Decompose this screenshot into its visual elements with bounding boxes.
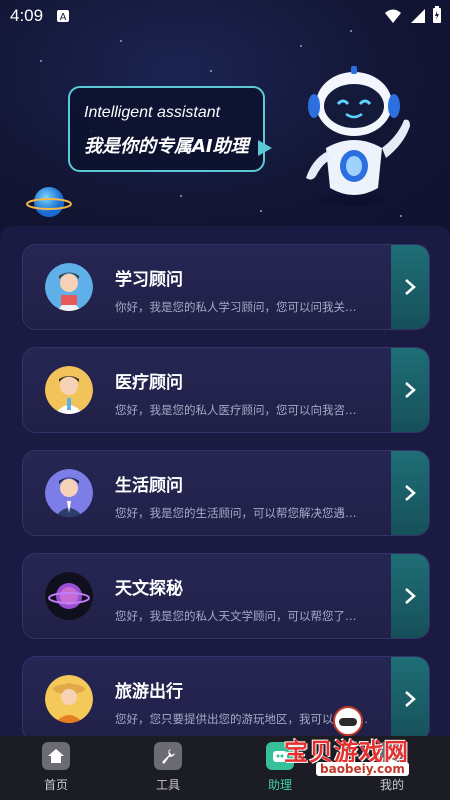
open-chevron-button[interactable] xyxy=(391,451,429,535)
card-description: 您好，我是您的私人医疗顾问，您可以向我咨… xyxy=(115,403,357,417)
bubble-english-text: Intelligent assistant xyxy=(84,104,221,121)
speech-bubble: Intelligent assistant 我是你的专属AI助理 xyxy=(68,86,265,172)
tab-home[interactable]: 首页 xyxy=(26,742,86,800)
card-title: 医疗顾问 xyxy=(115,373,183,393)
card-title: 学习顾问 xyxy=(115,270,183,290)
signal-icon xyxy=(410,8,426,28)
card-description: 您好，我是您的生活顾问，可以帮您解决您遇… xyxy=(115,506,357,520)
card-study-advisor[interactable]: 学习顾问 你好，我是您的私人学习顾问，您可以问我关… xyxy=(22,244,430,330)
chevron-right-icon xyxy=(405,279,416,295)
card-title: 天文探秘 xyxy=(115,579,183,599)
notification-a-icon: A xyxy=(56,8,70,27)
student-avatar-icon xyxy=(45,263,93,311)
card-description: 你好，我是您的私人学习顾问，您可以问我关… xyxy=(115,300,357,314)
status-bar: 4:09 A xyxy=(0,0,450,34)
card-life-advisor[interactable]: 生活顾问 您好，我是您的生活顾问，可以帮您解决您遇… xyxy=(22,450,430,536)
svg-text:A: A xyxy=(60,12,67,23)
robot-icon xyxy=(282,60,422,210)
battery-icon xyxy=(432,6,442,28)
card-astronomy[interactable]: 天文探秘 您好，我是您的私人天文学顾问，可以帮您了… xyxy=(22,553,430,639)
bubble-tail xyxy=(258,140,272,156)
hero-banner: 4:09 A Intelligent assistant 我是你的专属AI助理 xyxy=(0,0,450,240)
tab-tools[interactable]: 工具 xyxy=(138,742,198,800)
watermark-url: baobeiy.com xyxy=(316,762,409,776)
home-icon xyxy=(42,742,70,770)
doctor-avatar-icon xyxy=(45,366,93,414)
card-title: 旅游出行 xyxy=(115,682,183,702)
businessman-avatar-icon xyxy=(45,469,93,517)
wifi-icon xyxy=(384,8,402,28)
open-chevron-button[interactable] xyxy=(391,245,429,329)
watermark-logo: 宝贝游戏网 baobeiy.com xyxy=(284,706,446,782)
chevron-right-icon xyxy=(405,382,416,398)
open-chevron-button[interactable] xyxy=(391,554,429,638)
status-time: 4:09 xyxy=(10,6,44,25)
bubble-chinese-text: 我是你的专属AI助理 xyxy=(84,136,249,157)
card-title: 生活顾问 xyxy=(115,476,183,496)
chevron-right-icon xyxy=(405,588,416,604)
chevron-right-icon xyxy=(405,485,416,501)
tab-label: 首页 xyxy=(43,778,68,792)
card-description: 您好，我是您的私人天文学顾问，可以帮您了… xyxy=(115,609,357,623)
card-medical-advisor[interactable]: 医疗顾问 您好，我是您的私人医疗顾问，您可以向我咨… xyxy=(22,347,430,433)
assistant-list: 学习顾问 你好，我是您的私人学习顾问，您可以问我关… 医疗顾问 您好，我是您的私… xyxy=(0,226,450,742)
planet-icon xyxy=(26,182,72,222)
wrench-icon xyxy=(154,742,182,770)
traveler-avatar-icon xyxy=(45,675,93,723)
open-chevron-button[interactable] xyxy=(391,348,429,432)
planet-avatar-icon xyxy=(45,572,93,620)
tab-label: 工具 xyxy=(155,778,180,792)
